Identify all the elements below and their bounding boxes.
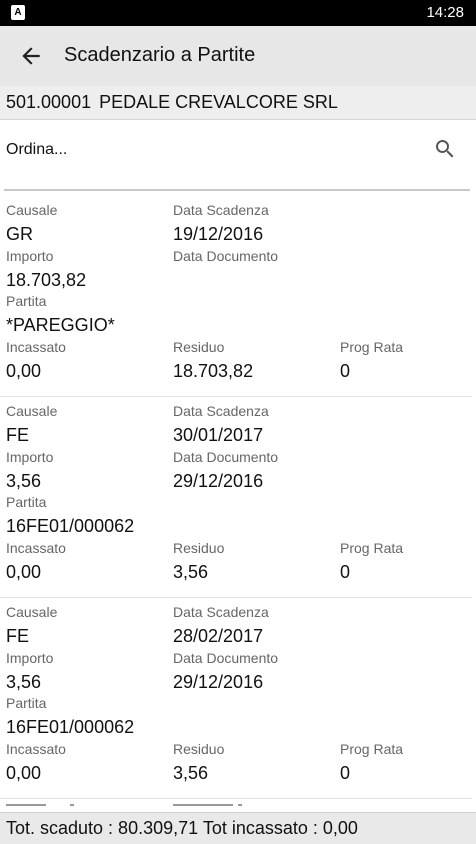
prog-rata-label: Prog Rata [340,540,404,556]
partita-value: 16FE01/000062 [6,717,135,737]
data-scadenza-value: 19/12/2016 [173,224,264,244]
partita-value: 16FE01/000062 [6,516,135,536]
partita-value: *PAREGGIO* [6,315,115,335]
data-documento-label: Data Documento [173,449,279,465]
prog-rata-value: 0 [340,763,351,783]
importo-value: 18.703,82 [6,270,87,290]
list-item[interactable]: Causale FE Data Scadenza 28/02/2017 Importo 3… [0,598,472,799]
causale-value: FE [6,626,30,646]
arrow-back-icon[interactable] [18,43,44,69]
data-scadenza-value: 30/01/2017 [173,425,264,445]
importo-value: 3,56 [6,672,42,692]
status-bar: A 14:28 [0,0,476,26]
page-title: Scadenzario a Partite [64,44,256,66]
prog-rata-value: 0 [340,562,351,582]
incassato-value: 0,00 [6,361,42,381]
data-documento-label: Data Documento [173,650,279,666]
prog-rata-label: Prog Rata [340,339,404,355]
causale-label: Causale [6,202,58,218]
list-item[interactable]: Causale GR Data Scadenza 19/12/2016 Importo 1… [0,196,472,397]
data-documento-value: 29/12/2016 [173,471,264,491]
incassato-value: 0,00 [6,763,42,783]
totals-footer: Tot. scaduto : 80.309,71 Tot incassato :… [0,812,476,844]
causale-label: Causale [6,604,58,620]
partita-label: Partita [6,695,47,711]
residuo-value: 3,56 [173,562,209,582]
data-scadenza-label: Data Scadenza [173,202,269,218]
data-scadenza-label: Data Scadenza [173,604,269,620]
incassato-label: Incassato [6,540,66,556]
prog-rata-value: 0 [340,361,351,381]
residuo-label: Residuo [173,540,225,556]
partita-label: Partita [6,494,47,510]
next-item-partial [0,804,476,812]
incassato-value: 0,00 [6,562,42,582]
data-scadenza-label: Data Scadenza [173,403,269,419]
incassato-label: Incassato [6,741,66,757]
causale-value: GR [6,224,33,244]
importo-label: Importo [6,449,54,465]
incassato-label: Incassato [6,339,66,355]
residuo-label: Residuo [173,741,225,757]
customer-header: 501.00001 PEDALE CREVALCORE SRL [0,86,476,120]
app-bar: Scadenzario a Partite [0,26,476,86]
data-documento-value: 29/12/2016 [173,672,264,692]
search-icon[interactable] [433,137,457,161]
residuo-value: 3,56 [173,763,209,783]
customer-name: PEDALE CREVALCORE SRL [99,92,338,112]
sort-underline [4,189,470,191]
causale-label: Causale [6,403,58,419]
importo-value: 3,56 [6,471,42,491]
list-item[interactable]: Causale FE Data Scadenza 30/01/2017 Importo 3… [0,397,472,598]
residuo-label: Residuo [173,339,225,355]
importo-label: Importo [6,650,54,666]
status-time: 14:28 [426,4,464,21]
sort-search-bar[interactable]: Ordina... [0,121,476,193]
customer-code: 501.00001 [6,92,92,112]
residuo-value: 18.703,82 [173,361,254,381]
sort-input[interactable]: Ordina... [6,141,67,159]
data-scadenza-value: 28/02/2017 [173,626,264,646]
importo-label: Importo [6,248,54,264]
causale-value: FE [6,425,30,445]
prog-rata-label: Prog Rata [340,741,404,757]
partita-label: Partita [6,293,47,309]
notification-app-icon: A [11,5,25,20]
data-documento-label: Data Documento [173,248,279,264]
installments-list[interactable]: Causale GR Data Scadenza 19/12/2016 Importo 1… [0,196,476,810]
